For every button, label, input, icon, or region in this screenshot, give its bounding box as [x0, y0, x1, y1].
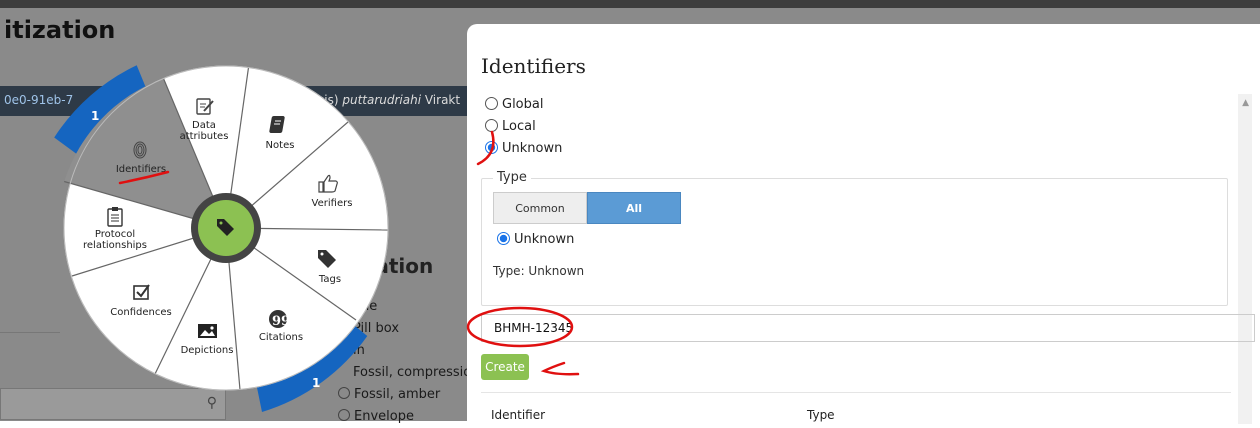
slice-label-line: attributes	[180, 131, 229, 142]
slice-label-line: relationships	[83, 240, 147, 251]
radio-local[interactable]: Local	[485, 119, 536, 134]
slice-label: Depictions	[181, 345, 234, 356]
slice-label-line: Protocol	[95, 229, 135, 240]
radio-label: Unknown	[514, 232, 575, 247]
column-header-identifier: Identifier	[491, 408, 546, 422]
slice-label: Identifiers	[116, 164, 166, 175]
scroll-up-icon[interactable]: ▲	[1242, 98, 1249, 108]
counter-text: 1	[312, 376, 320, 390]
image-icon	[198, 324, 217, 338]
radio-label: Local	[502, 119, 536, 134]
radio-global[interactable]: Global	[485, 97, 543, 112]
radio-type-unknown[interactable]: Unknown	[497, 232, 574, 247]
radio-label: Unknown	[502, 141, 563, 156]
slice-label: Confidences	[110, 307, 171, 318]
slice-label: Notes	[266, 140, 295, 151]
divider	[481, 392, 1231, 393]
scrollbar[interactable]	[1238, 94, 1252, 424]
slice-label: Citations	[259, 332, 303, 343]
radio-checked-icon[interactable]	[485, 141, 498, 154]
radio-icon[interactable]	[485, 119, 498, 132]
radio-icon[interactable]	[485, 97, 498, 110]
column-header-type: Type	[807, 408, 835, 422]
counter-text: 1	[91, 109, 99, 123]
tab-common[interactable]: Common	[493, 192, 587, 224]
tab-all[interactable]: All	[587, 192, 681, 224]
panel-title: Identifiers	[481, 54, 586, 78]
radio-checked-icon[interactable]	[497, 232, 510, 245]
radio-unknown[interactable]: Unknown	[485, 141, 562, 156]
create-button[interactable]: Create	[481, 354, 529, 380]
type-legend: Type	[493, 170, 531, 185]
svg-text:99: 99	[272, 314, 290, 329]
type-display: Type: Unknown	[493, 264, 585, 278]
slice-label-line: Data	[192, 120, 216, 131]
identifier-input[interactable]: BHMH-12345	[481, 314, 1255, 342]
radial-menu: 1 1 99 Data attributes Notes Verifiers T…	[54, 65, 389, 412]
radio-label: Global	[502, 97, 544, 112]
type-toggle: Common All	[493, 192, 681, 224]
identifiers-panel: Identifiers ▲ Global Local Unknown Type …	[467, 24, 1260, 424]
slice-label: Tags	[318, 274, 341, 285]
slice-label: Verifiers	[312, 198, 353, 209]
